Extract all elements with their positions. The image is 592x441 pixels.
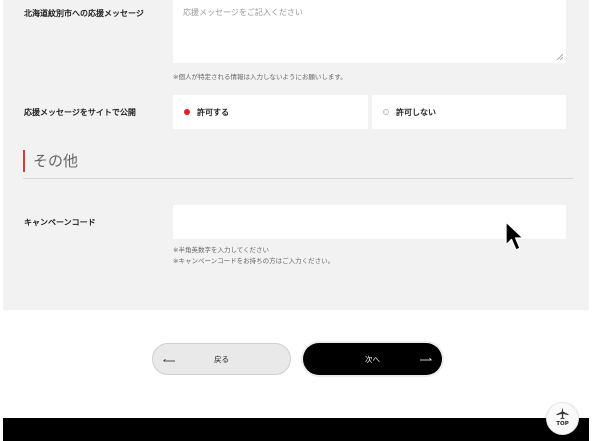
- back-button[interactable]: 戻る: [152, 343, 291, 375]
- mouse-cursor-icon: [505, 221, 524, 251]
- publish-label: 応援メッセージをサイトで公開: [24, 108, 136, 117]
- resize-handle-icon[interactable]: [556, 53, 563, 60]
- section-title-other: その他: [23, 150, 78, 172]
- footer-bar: [3, 418, 589, 441]
- radio-deny-label: 許可しない: [396, 107, 436, 117]
- arrow-left-icon: [163, 359, 175, 362]
- back-button-label: 戻る: [214, 354, 229, 364]
- next-button-label: 次へ: [365, 354, 380, 364]
- radio-deny[interactable]: 許可しない: [372, 95, 566, 129]
- campaign-note-1: ※半角英数字を入力してください: [173, 246, 270, 254]
- campaign-note-2: ※キャンペーンコードをお持ちの方はご入力ください。: [173, 257, 335, 265]
- section-divider: [23, 178, 573, 179]
- radio-allow-label: 許可する: [197, 107, 229, 117]
- message-label: 北海道紋別市への応援メッセージ: [24, 9, 144, 18]
- message-placeholder: 応援メッセージをご記入ください: [183, 8, 303, 17]
- page-top-label: TOP: [556, 421, 569, 427]
- page-top-button[interactable]: TOP: [547, 403, 578, 434]
- next-button[interactable]: 次へ: [303, 343, 442, 375]
- airplane-icon: [556, 407, 569, 420]
- form-panel: 北海道紋別市への応援メッセージ 応援メッセージをご記入ください ※個人が特定され…: [3, 0, 589, 310]
- radio-allow[interactable]: 許可する: [173, 95, 368, 129]
- message-note: ※個人が特定される情報は入力しないようにお願いします。: [173, 73, 347, 81]
- radio-selected-icon: [184, 109, 190, 115]
- arrow-right-icon: [420, 358, 432, 361]
- campaign-code-label: キャンペーンコード: [24, 218, 96, 227]
- message-textarea[interactable]: 応援メッセージをご記入ください: [173, 0, 566, 63]
- radio-unselected-icon: [383, 109, 389, 115]
